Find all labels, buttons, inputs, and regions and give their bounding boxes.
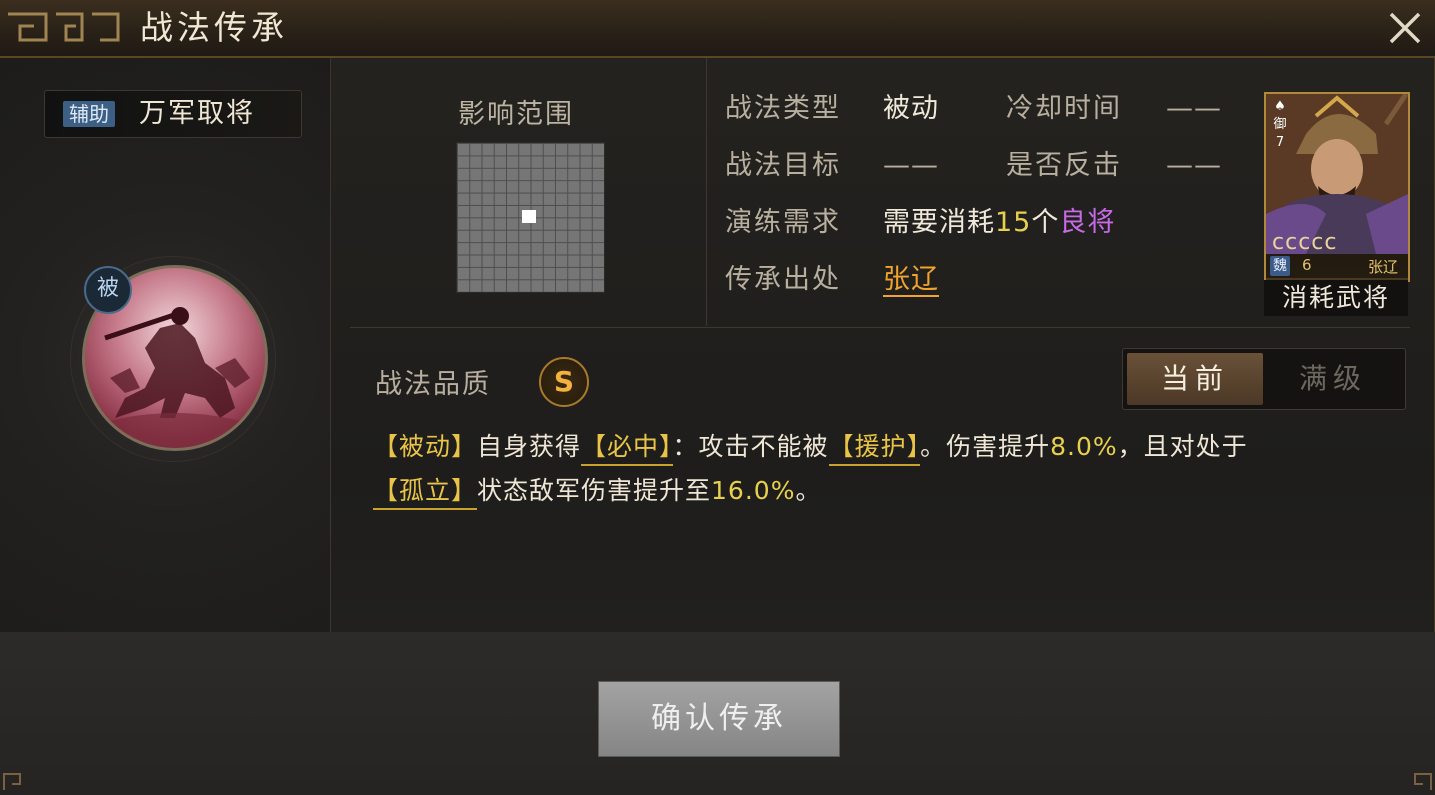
target-value: ——: [883, 150, 939, 181]
corner-ornament-icon: [1414, 773, 1432, 790]
passive-badge: 被: [84, 266, 132, 314]
desc-text: 。: [795, 476, 822, 505]
type-label: 战法类型: [725, 93, 841, 124]
kw-isolate[interactable]: 【孤立】: [373, 476, 478, 510]
desc-text: 状态敌军伤害提升至: [477, 476, 712, 505]
cost-value: 7: [1275, 135, 1285, 150]
title-ornament-icon: [8, 12, 120, 42]
range-self-cell: [522, 210, 536, 223]
quality-grade-badge: S: [539, 357, 589, 407]
general-name: 张辽: [1367, 258, 1398, 276]
require-prefix: 需要消耗: [883, 207, 995, 238]
desc-text: 。伤害提升: [920, 432, 1051, 461]
general-card[interactable]: ♠ 御 7 ccccc 魏 6 张辽: [1264, 92, 1410, 282]
quality-label: 战法品质: [375, 369, 491, 400]
cooldown-value: ——: [1166, 93, 1222, 124]
general-side-info: ♠ 御 7: [1270, 98, 1290, 152]
require-count: 15: [995, 207, 1032, 238]
divider: [706, 58, 707, 326]
tactic-category-badge: 辅助: [63, 101, 115, 127]
desc-text: ，且对处于: [1117, 432, 1248, 461]
require-unit: 个: [1031, 207, 1060, 238]
close-icon[interactable]: [1385, 8, 1425, 48]
tactic-name-tag: 辅助 万军取将: [44, 90, 302, 138]
tactic-description: 【被动】自身获得【必中】：攻击不能被【援护】。伤害提升8.0%，且对处于【孤立】…: [373, 425, 1393, 513]
source-value: 张辽: [883, 262, 939, 298]
title-bar: 战法传承: [0, 0, 1435, 58]
general-level: 6: [1302, 256, 1312, 274]
desc-text: 自身获得: [477, 432, 582, 461]
target-label: 战法目标: [725, 150, 841, 181]
divider: [350, 327, 1410, 328]
damage-bonus-value: 8.0%: [1050, 432, 1118, 461]
general-stars: ccccc: [1272, 230, 1338, 255]
confirm-inherit-button[interactable]: 确认传承: [598, 681, 840, 757]
isolate-bonus-value: 16.0%: [711, 476, 796, 505]
tab-current[interactable]: 当前: [1127, 353, 1263, 405]
tactic-name: 万军取将: [139, 98, 255, 129]
kw-passive: 【被动】: [373, 432, 478, 461]
faction-badge: 魏: [1270, 256, 1290, 276]
require-label: 演练需求: [725, 207, 841, 238]
tab-max-level[interactable]: 满级: [1265, 353, 1401, 405]
cooldown-label: 冷却时间: [1006, 93, 1122, 124]
source-label: 传承出处: [725, 264, 841, 295]
general-card-footer: 魏 6 张辽: [1266, 254, 1408, 278]
troop-type: 御: [1273, 117, 1287, 132]
counter-label: 是否反击: [1006, 150, 1122, 181]
kw-guard[interactable]: 【援护】: [828, 432, 921, 466]
source-general-link[interactable]: 张辽: [883, 264, 939, 297]
spade-icon: ♠: [1274, 99, 1286, 114]
level-switch: 当前 满级: [1122, 348, 1406, 410]
counter-value: ——: [1166, 150, 1222, 181]
tactic-panel: 辅助 万军取将 被: [0, 58, 331, 632]
desc-text: ：攻击不能被: [672, 432, 829, 461]
kw-sure-hit[interactable]: 【必中】: [581, 432, 673, 466]
dialog-title: 战法传承: [140, 8, 288, 47]
range-label: 影响范围: [458, 99, 574, 130]
type-value: 被动: [883, 93, 939, 124]
require-value: 需要消耗15个良将: [883, 205, 1115, 241]
require-quality: 良将: [1059, 207, 1116, 238]
corner-ornament-icon: [3, 773, 21, 790]
consume-general-label: 消耗武将: [1264, 280, 1408, 316]
